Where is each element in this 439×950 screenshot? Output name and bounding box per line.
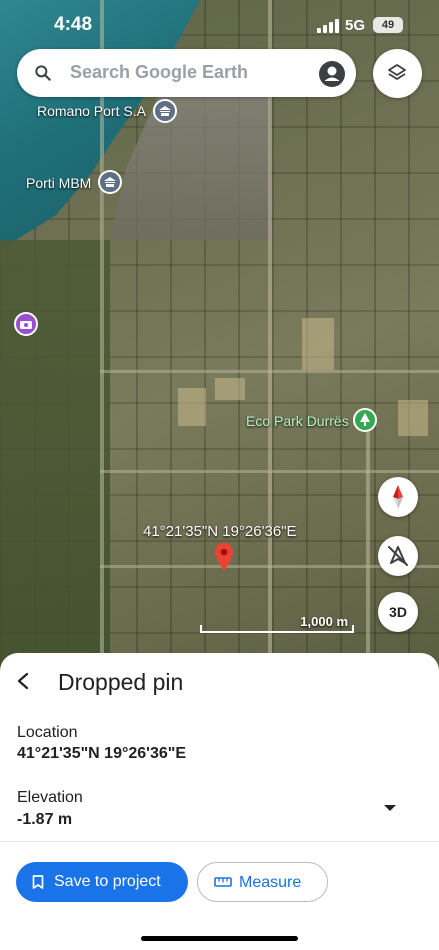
network-type: 5G — [345, 17, 366, 34]
map-road — [268, 0, 272, 680]
back-arrow-icon[interactable] — [14, 671, 34, 691]
ruler-icon — [214, 877, 232, 887]
camera-icon[interactable] — [14, 312, 38, 336]
status-time: 4:48 — [54, 14, 93, 35]
compass-button[interactable] — [378, 477, 418, 517]
pin-coordinates-label: 41°21'35"N 19°26'36"E — [143, 523, 297, 540]
port-icon[interactable] — [98, 170, 122, 194]
elevation-value: -1.87 m — [17, 811, 73, 828]
map-road — [366, 430, 370, 680]
satellite-map[interactable] — [0, 0, 439, 680]
save-to-project-button[interactable]: Save to project — [16, 862, 188, 902]
place-label-porti-mbm[interactable]: Porti MBM — [26, 175, 91, 191]
signal-icon — [317, 19, 339, 33]
place-label-eco-park[interactable]: Eco Park Durrës — [246, 413, 349, 429]
status-bar: 4:48 5G 49 — [0, 0, 439, 50]
location-value: 41°21'35"N 19°26'36"E — [17, 745, 187, 762]
info-bottom-sheet: Dropped pin Location 41°21'35"N 19°26'36… — [0, 653, 439, 950]
map-field — [215, 378, 245, 400]
location-label: Location — [17, 724, 78, 741]
3d-button[interactable]: 3D — [378, 592, 418, 632]
save-to-project-label: Save to project — [54, 873, 161, 890]
layers-icon — [388, 64, 406, 80]
map-field — [398, 400, 428, 436]
home-indicator[interactable] — [141, 936, 298, 941]
bookmark-icon — [32, 875, 44, 889]
layers-button[interactable] — [373, 49, 422, 98]
tree-icon[interactable] — [353, 408, 377, 432]
account-icon[interactable] — [319, 61, 345, 87]
scale-bar — [200, 625, 354, 633]
compass-icon — [393, 485, 403, 509]
no-location-icon — [388, 546, 408, 566]
map-pin-icon[interactable] — [214, 543, 234, 571]
map-scale: 1,000 m — [200, 613, 354, 633]
elevation-label: Elevation — [17, 789, 83, 806]
sheet-title: Dropped pin — [58, 669, 184, 695]
search-icon — [35, 65, 51, 81]
measure-label: Measure — [239, 874, 302, 891]
search-bar[interactable]: Search Google Earth — [17, 49, 356, 97]
port-icon[interactable] — [153, 99, 177, 123]
map-road — [100, 0, 104, 680]
chevron-down-icon[interactable] — [384, 805, 396, 811]
map-road — [100, 470, 439, 473]
hills-area — [0, 240, 110, 680]
measure-button[interactable]: Measure — [197, 862, 328, 902]
map-field — [178, 388, 206, 426]
place-label-romano-port[interactable]: Romano Port S.A — [37, 103, 146, 119]
tilt-toggle-button[interactable] — [378, 536, 418, 576]
map-field — [302, 318, 334, 370]
divider — [0, 841, 439, 842]
search-input[interactable]: Search Google Earth — [70, 62, 248, 83]
map-road — [100, 370, 439, 373]
battery-icon: 49 — [373, 17, 403, 33]
